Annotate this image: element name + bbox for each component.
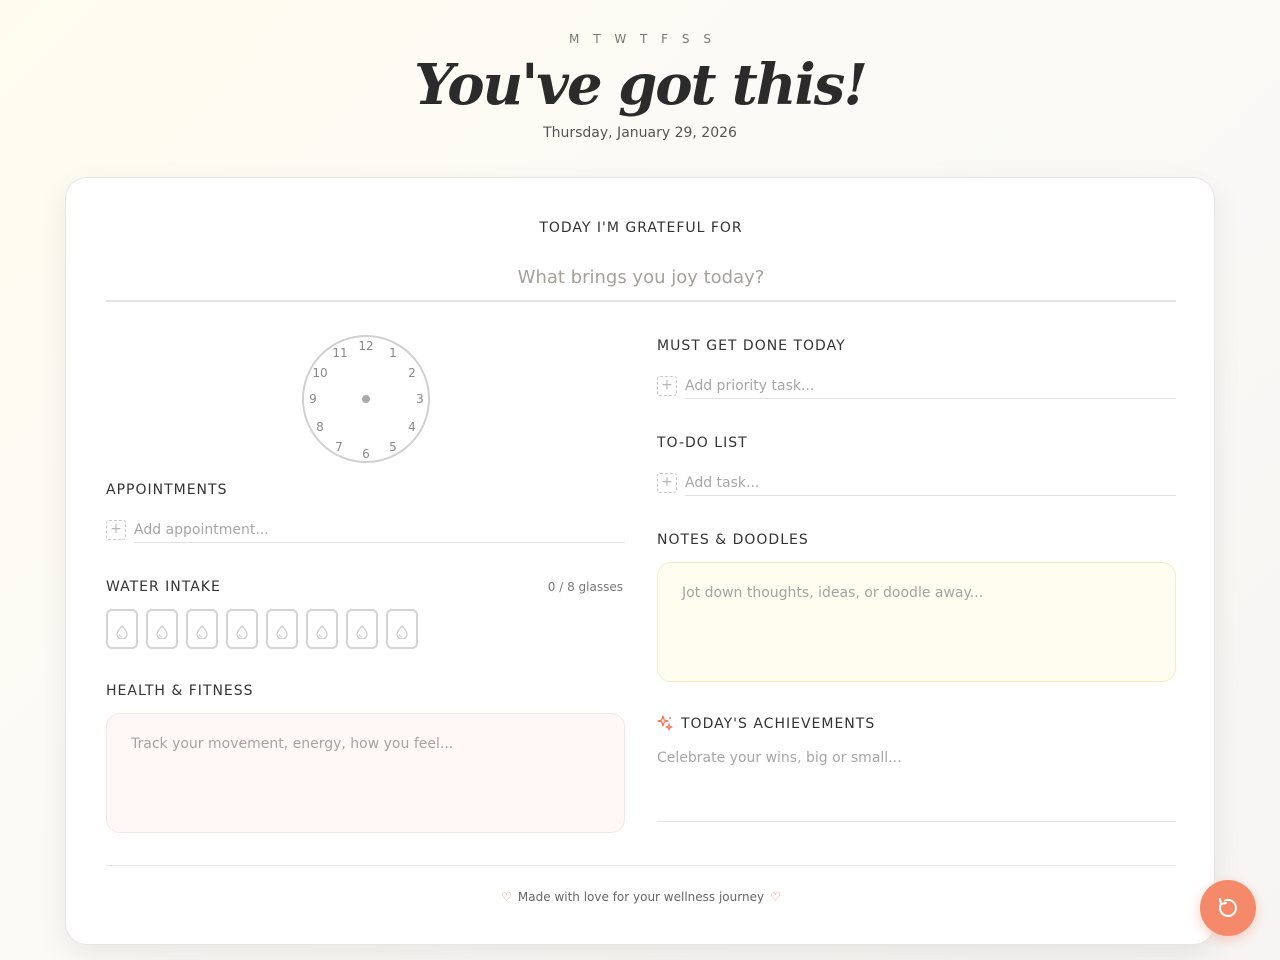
notes-label: NOTES & DOODLES	[657, 532, 809, 548]
clock-number: 5	[389, 440, 397, 454]
priority-label: MUST GET DONE TODAY	[657, 338, 846, 354]
water-glass[interactable]	[386, 609, 418, 649]
droplet-icon	[156, 625, 168, 639]
todo-task-input[interactable]	[685, 470, 1176, 496]
add-icon[interactable]: +	[657, 376, 677, 396]
todo-label: TO-DO LIST	[657, 435, 748, 451]
droplet-icon	[236, 625, 248, 639]
todo-add-row: +	[657, 470, 1176, 496]
footer-text: Made with love for your wellness journey	[517, 890, 765, 904]
appointments-label: APPOINTMENTS	[106, 482, 228, 498]
planner-card: TODAY I'M GRATEFUL FOR 12 1 2 3 4 5 6 7 …	[65, 177, 1215, 945]
add-icon[interactable]: +	[657, 473, 677, 493]
heart-icon: ♡	[770, 890, 781, 904]
achievements-input[interactable]	[657, 750, 1176, 822]
clock-number: 12	[358, 339, 374, 353]
health-fitness-label: HEALTH & FITNESS	[106, 683, 254, 699]
analog-clock: 12 1 2 3 4 5 6 7 8 9 10 11	[302, 335, 430, 463]
droplet-icon	[116, 625, 128, 639]
droplet-icon	[276, 625, 288, 639]
clock-number: 2	[408, 366, 416, 380]
footer-divider	[106, 865, 1176, 866]
clock-number: 6	[362, 447, 370, 461]
clock-number: 3	[416, 392, 424, 406]
droplet-icon	[196, 625, 208, 639]
clock-number: 9	[309, 392, 317, 406]
water-glass[interactable]	[186, 609, 218, 649]
notes-input[interactable]	[657, 562, 1176, 682]
add-icon[interactable]: +	[106, 520, 126, 540]
water-intake-label: WATER INTAKE	[106, 579, 221, 595]
refresh-icon	[1218, 898, 1237, 917]
water-glass[interactable]	[146, 609, 178, 649]
sparkles-icon	[657, 715, 673, 735]
weekday-strip: M T W T F S S	[569, 32, 716, 46]
water-glass[interactable]	[346, 609, 378, 649]
water-glass[interactable]	[106, 609, 138, 649]
gratitude-label: TODAY I'M GRATEFUL FOR	[539, 220, 743, 236]
water-glass[interactable]	[306, 609, 338, 649]
water-glass[interactable]	[226, 609, 258, 649]
clock-center-dot	[362, 395, 370, 403]
clock-number: 4	[408, 420, 416, 434]
gratitude-input[interactable]	[106, 254, 1176, 302]
appointment-add-row: +	[106, 517, 625, 543]
footer: ♡ Made with love for your wellness journe…	[66, 890, 1216, 904]
water-glass[interactable]	[266, 609, 298, 649]
current-date: Thursday, January 29, 2026	[543, 125, 737, 141]
health-fitness-input[interactable]	[106, 713, 625, 833]
clock-number: 11	[332, 346, 348, 360]
priority-add-row: +	[657, 373, 1176, 399]
clock-number: 8	[316, 420, 324, 434]
page-title: You've got this!	[414, 52, 868, 118]
clock-number: 1	[389, 346, 397, 360]
refresh-button[interactable]	[1200, 880, 1256, 936]
heart-icon: ♡	[501, 890, 512, 904]
clock-number: 7	[335, 440, 343, 454]
priority-task-input[interactable]	[685, 373, 1176, 399]
achievements-label: TODAY'S ACHIEVEMENTS	[681, 716, 876, 732]
droplet-icon	[316, 625, 328, 639]
appointment-input[interactable]	[134, 517, 625, 543]
droplet-icon	[356, 625, 368, 639]
clock-number: 10	[312, 366, 328, 380]
droplet-icon	[396, 625, 408, 639]
water-count: 0 / 8 glasses	[547, 580, 623, 594]
